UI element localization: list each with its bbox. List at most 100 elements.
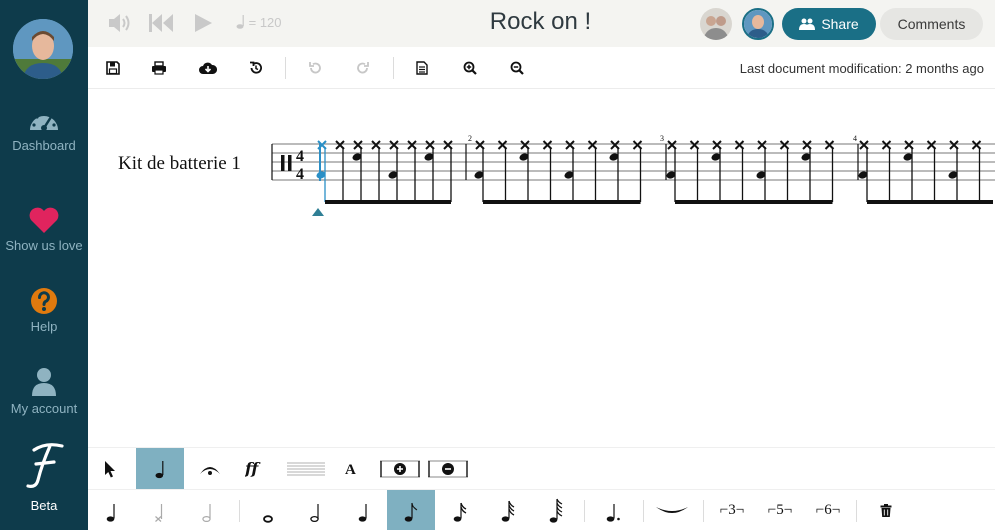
cross-notehead-button[interactable]	[146, 490, 174, 530]
remove-measure-button[interactable]	[426, 448, 470, 489]
trash-icon	[880, 504, 892, 517]
collaborator-avatar-2[interactable]	[742, 8, 774, 40]
time-signature-top: 4	[296, 148, 304, 165]
beam	[325, 200, 451, 204]
history-button[interactable]	[247, 59, 265, 77]
triplet-button[interactable]: ⌐3¬	[712, 490, 752, 530]
measures[interactable]	[271, 140, 993, 204]
floppy-icon	[106, 61, 120, 75]
half-note-button[interactable]	[302, 490, 330, 530]
measure-number: 2	[468, 134, 472, 143]
rewind-button[interactable]	[148, 12, 174, 39]
sidebar-item-help[interactable]: Help	[0, 287, 88, 334]
ghost-notehead-button[interactable]	[194, 490, 222, 530]
undo-button[interactable]	[306, 59, 324, 77]
collaborator-avatar-1[interactable]	[700, 8, 732, 40]
sidebar-item-show-us-love[interactable]: Show us love	[0, 206, 88, 253]
tuplet-label: ⌐6¬	[815, 502, 841, 518]
staff-lines	[272, 143, 995, 181]
undo-icon	[309, 62, 321, 74]
text-tool-button[interactable]: A	[332, 448, 372, 489]
letter-a-icon: A	[345, 462, 356, 476]
add-measure-button[interactable]	[378, 448, 422, 489]
comments-button[interactable]: Comments	[880, 8, 983, 40]
zoom-out-button[interactable]	[508, 59, 526, 77]
download-button[interactable]	[199, 59, 217, 77]
play-icon	[195, 14, 212, 32]
thirty-second-note-button[interactable]	[494, 490, 522, 530]
toolbar-divider	[285, 57, 286, 79]
tie-button[interactable]	[654, 490, 690, 530]
sidebar: Dashboard Show us love Help My account B…	[0, 0, 88, 530]
quarter-note-icon	[358, 503, 367, 522]
measure-number: 4	[853, 134, 857, 143]
note-tool-button[interactable]	[136, 448, 184, 489]
eighth-note-icon	[404, 502, 418, 522]
print-button[interactable]	[150, 59, 168, 77]
rewind-icon	[149, 14, 173, 32]
time-signature: 4 4	[296, 148, 304, 183]
tempo-indicator[interactable]: = 120	[236, 15, 282, 30]
tool-palette: ff A	[88, 447, 995, 489]
user-avatar[interactable]	[13, 19, 73, 79]
comments-label: Comments	[897, 16, 966, 32]
add-measure-icon	[380, 460, 420, 477]
remove-measure-icon	[428, 460, 468, 477]
sidebar-item-my-account[interactable]: My account	[0, 367, 88, 416]
eighth-note-button[interactable]	[387, 490, 435, 530]
sixty-fourth-note-button[interactable]	[542, 490, 570, 530]
beam	[675, 200, 833, 204]
quintuplet-button[interactable]: ⌐5¬	[760, 490, 800, 530]
fermata-icon	[200, 466, 220, 475]
cloud-download-icon	[199, 62, 217, 74]
document-toolbar: Last document modification: 2 months ago	[88, 47, 995, 89]
dynamics-tool-button[interactable]: ff	[236, 448, 280, 489]
normal-notehead-button[interactable]	[98, 490, 126, 530]
sextuplet-button[interactable]: ⌐6¬	[808, 490, 848, 530]
toolbar-divider	[393, 57, 394, 79]
quarter-note-icon	[155, 460, 164, 478]
quarter-note-button[interactable]	[350, 490, 378, 530]
palette-divider	[584, 500, 585, 522]
staff-tool-button[interactable]	[284, 448, 328, 489]
beam	[867, 200, 993, 204]
delete-button[interactable]	[872, 490, 900, 530]
palette-divider	[239, 500, 240, 522]
note-palette: ⌐3¬ ⌐5¬ ⌐6¬	[88, 489, 995, 530]
heart-icon	[29, 207, 59, 233]
volume-button[interactable]	[107, 12, 131, 39]
speaker-icon	[109, 14, 130, 32]
svg-text:A: A	[345, 462, 356, 476]
dotted-note-icon	[606, 503, 620, 522]
palette-divider	[643, 500, 644, 522]
palette-divider	[703, 500, 704, 522]
zoom-in-button[interactable]	[461, 59, 479, 77]
save-button[interactable]	[104, 59, 122, 77]
app-logo[interactable]	[0, 440, 88, 497]
redo-button[interactable]	[354, 59, 372, 77]
tie-icon	[656, 506, 688, 513]
quarter-note-icon	[106, 503, 115, 522]
play-button[interactable]	[192, 12, 214, 39]
fermata-tool-button[interactable]	[188, 448, 232, 489]
sidebar-item-label: My account	[10, 401, 78, 416]
printer-icon	[152, 61, 166, 75]
dotted-note-button[interactable]	[600, 490, 628, 530]
time-signature-bottom: 4	[296, 166, 304, 183]
document-properties-button[interactable]	[413, 59, 431, 77]
cross-note-icon	[155, 503, 163, 522]
sixty-fourth-note-icon	[549, 498, 563, 523]
document-title[interactable]: Rock on !	[428, 8, 653, 36]
sidebar-item-dashboard[interactable]: Dashboard	[0, 106, 88, 153]
question-icon	[31, 288, 57, 314]
share-button[interactable]: Share	[782, 8, 876, 40]
select-tool-button[interactable]	[88, 448, 132, 489]
whole-note-button[interactable]	[254, 490, 282, 530]
sidebar-item-label: Help	[30, 319, 58, 334]
drum-staff[interactable]: 4 4 2 3 4	[88, 89, 995, 447]
sixteenth-note-icon	[453, 502, 467, 522]
svg-text:ff: ff	[245, 460, 261, 478]
score-canvas[interactable]: Kit de batterie 1 4 4 2 3 4	[88, 89, 995, 447]
sixteenth-note-button[interactable]	[446, 490, 474, 530]
palette-divider	[856, 500, 857, 522]
